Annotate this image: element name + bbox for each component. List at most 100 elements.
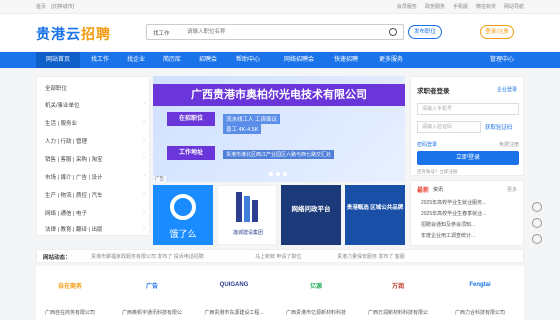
nav-resume[interactable]: 简历库 — [154, 52, 190, 68]
category-item[interactable]: 网络 | 通信 | 电子 › — [45, 209, 145, 217]
ad-tag: 广告 — [153, 176, 166, 182]
side-toolbar — [532, 196, 546, 276]
news-title: 资讯 — [433, 187, 444, 193]
top-links: 会员服务 政务服务 手机版 微信有奖 网站导航 — [397, 3, 524, 10]
nav-online-fair[interactable]: 网络招聘会 — [272, 52, 326, 68]
phone-field[interactable]: 请输入手机号 — [417, 103, 519, 115]
promo-tile-liancheng[interactable]: 莲城建设集团 — [217, 185, 277, 245]
company-card[interactable]: Fengtai 广西力合科技有限公司 — [450, 268, 510, 320]
promo-tile-wenzheng[interactable]: 网络问政平台 — [281, 185, 341, 245]
ticker-item[interactable]: 马上新鲜 申请了职位 — [255, 253, 301, 260]
top-bar: 首页 [切换城市] 会员服务 政务服务 手机版 微信有奖 网站导航 — [0, 0, 560, 14]
carousel-dot[interactable] — [269, 172, 273, 176]
login-title: 求职者登录 — [417, 88, 450, 95]
company-name: 广西贵港市东源建设工程... — [204, 310, 264, 316]
code-field[interactable]: 请输入验证码 — [417, 121, 481, 133]
banner-address-label: 工作地址 — [167, 146, 215, 160]
category-item[interactable]: 机关/事业单位 › — [45, 101, 145, 109]
company-name: 广西万润新材料科技有限公司 — [368, 310, 428, 316]
company-logo: QUIGANG — [219, 282, 249, 288]
top-link[interactable]: 微信有奖 — [476, 3, 496, 10]
company-logo: 万润 — [391, 283, 404, 290]
company-logos: 自在商务 广西自在商务有限公司 广告 广西奥帆宇通讯科技有限公司 QUIGANG 广西… — [36, 266, 524, 320]
search-input[interactable] — [187, 26, 383, 38]
category-item[interactable]: 人力 | 行政 | 管理 › — [45, 137, 145, 145]
company-card[interactable]: 亿源 广西贵港市亿源新材料科技... — [286, 268, 346, 320]
banner-carousel[interactable]: 广西贵港市奥柏尔光电技术有限公司 在招职位 流水线工人 工资面议 普工 4K-4… — [153, 76, 405, 182]
promo-tile-eleme[interactable]: 饿了么 — [153, 185, 213, 245]
site-logo[interactable]: 贵港云招聘 — [36, 24, 111, 44]
nav-home[interactable]: 网站首页 — [36, 52, 80, 68]
post-job-button[interactable]: 发布职位 — [408, 25, 442, 39]
register-link[interactable]: 免费注册 — [499, 141, 519, 148]
news-item[interactable]: 2025年高校毕业生春季就业... — [421, 210, 521, 217]
news-item[interactable]: 2025年高校毕业生就业服务... — [421, 199, 521, 206]
nav-more[interactable]: 更多服务 — [368, 52, 414, 68]
news-hot-label: 最新 — [417, 188, 430, 194]
nav-manage[interactable]: 管理中心 — [490, 52, 514, 68]
login-links: 密码登录 免费注册 — [417, 141, 519, 148]
company-logo: 亿源 — [309, 283, 322, 290]
company-name: 广西力合科技有限公司 — [454, 310, 505, 316]
chevron-right-icon: › — [143, 191, 145, 197]
top-link[interactable]: 会员服务 — [397, 3, 417, 10]
get-code-button[interactable]: 获取验证码 — [485, 123, 513, 131]
top-link[interactable]: 手机版 — [453, 3, 468, 10]
nav-help[interactable]: 帮助中心 — [226, 52, 270, 68]
carousel-dot[interactable] — [276, 172, 280, 176]
ticker-item[interactable]: 贵港力量保安服务 发布了 客服 — [337, 253, 405, 260]
nav-quick-hire[interactable]: 快速招聘 — [326, 52, 366, 68]
login-panel: 求职者登录 企业登录 请输入手机号 请输入验证码 获取验证码 密码登录 免费注册 … — [410, 76, 524, 176]
wechat-icon[interactable] — [532, 234, 542, 244]
nav-find-job[interactable]: 找工作 — [82, 52, 118, 68]
password-login-link[interactable]: 密码登录 — [417, 142, 437, 148]
promo-tile-zhenxuan[interactable]: 贵港甄选 区域公共品牌 — [345, 185, 405, 245]
category-item[interactable]: 销售 | 客服 | 采购 | 淘宝 › — [45, 155, 145, 163]
banner-job: 流水线工人 工资面议 — [223, 114, 281, 124]
svg-text:莲城建设集团: 莲城建设集团 — [233, 229, 263, 236]
chat-icon[interactable] — [532, 218, 542, 228]
news-panel: 最新 资讯 更多 2025年高校毕业生就业服务... 2025年高校毕业生春季就… — [410, 180, 524, 246]
carousel-dot[interactable] — [283, 172, 287, 176]
ticker-item[interactable]: 贵港市聚福家政服务有限公司 发布了 投诉电话招聘 — [91, 253, 204, 260]
company-card[interactable]: QUIGANG 广西贵港市东源建设工程... — [204, 268, 264, 320]
category-item[interactable]: 市场 | 媒介 | 广告 | 设计 › — [45, 173, 145, 181]
top-left: 首页 [切换城市] — [36, 3, 78, 10]
svg-text:饿了么: 饿了么 — [169, 228, 196, 239]
category-item[interactable]: 法律 | 教育 | 翻译 | 出版 › — [45, 225, 145, 233]
carousel-dots[interactable] — [269, 172, 287, 176]
chevron-right-icon: › — [143, 225, 145, 231]
search-icon[interactable] — [389, 28, 397, 36]
chevron-right-icon: › — [143, 119, 145, 125]
news-item[interactable]: 年度企业用工调查统计... — [421, 232, 521, 239]
top-link[interactable]: 政务服务 — [425, 3, 445, 10]
chevron-right-icon: › — [143, 173, 145, 179]
nav-job-fair[interactable]: 招聘会 — [190, 52, 226, 68]
company-logo: 广告 — [145, 283, 158, 290]
company-card[interactable]: 广告 广西奥帆宇通讯科技有限公司 — [122, 268, 182, 320]
banner-address: 贵港市港北区西江产业园区六路与西七路交汇处 — [223, 150, 335, 159]
home-link[interactable]: 首页 — [36, 4, 46, 10]
category-item[interactable]: 生产 | 物流 | 质控 | 汽车 › — [45, 191, 145, 199]
liancheng-logo-icon: 莲城建设集团 — [233, 192, 263, 236]
news-item[interactable]: 招聘会通知及参会须知... — [421, 221, 521, 228]
login-submit-button[interactable]: 立即登录 — [417, 151, 519, 165]
switch-city-link[interactable]: [切换城市] — [51, 4, 74, 10]
login-agree-text[interactable]: 还有账号？立即注册 — [417, 169, 458, 175]
phone-icon[interactable] — [532, 202, 542, 212]
category-item[interactable]: 生活 | 服务业 › — [45, 119, 145, 127]
company-card[interactable]: 万润广西万润新材料科技有限公司 — [368, 268, 428, 320]
search-type-select[interactable]: 找工作 — [153, 29, 170, 37]
top-link[interactable]: 网站导航 — [504, 3, 524, 10]
company-card[interactable]: 自在商务 广西自在商务有限公司 — [40, 268, 100, 320]
news-more-link[interactable]: 更多 — [507, 186, 517, 193]
nav-find-company[interactable]: 找企业 — [118, 52, 154, 68]
login-register-button[interactable]: 登录/注册 — [480, 25, 514, 39]
promo-tiles: 饿了么 莲城建设集团 网络问政平台 贵港甄选 区域公共品牌 — [153, 185, 405, 245]
wenzheng-banner: 网络问政平台 — [292, 204, 332, 213]
banner-salary: 普工 4K-4.5K — [223, 124, 262, 134]
company-logo: 自在商务 — [57, 283, 82, 290]
company-login-link[interactable]: 企业登录 — [497, 86, 517, 93]
chevron-right-icon: › — [143, 101, 145, 107]
chevron-right-icon: › — [143, 137, 145, 143]
